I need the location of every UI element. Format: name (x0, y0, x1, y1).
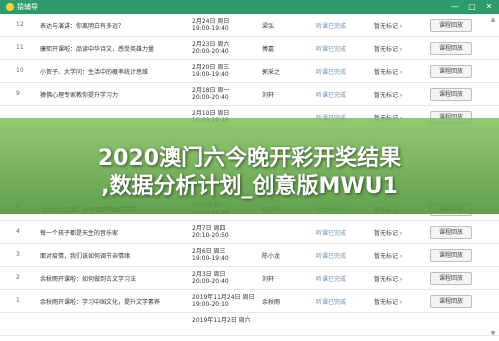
title-bar: 猿辅导 — □ ✕ (0, 0, 499, 14)
course-hours: 20:00-20:40 (192, 278, 229, 285)
course-time: 2月18日 周一 20:00-20:40 (192, 87, 229, 101)
mark-link[interactable]: 暂无标记 › (374, 274, 402, 283)
attendance-status: 听课已完成 (316, 299, 347, 306)
row-index: 4 (16, 228, 20, 235)
teacher-name: 傅嘉 (262, 46, 275, 53)
mark-link[interactable]: 暂无标记 › (374, 228, 402, 237)
mark-link[interactable]: 暂无标记 › (374, 44, 402, 53)
course-time: 2月7日 周四 20:10-20:50 (192, 225, 229, 239)
teacher-name: 刘轩 (262, 92, 275, 99)
course-time: 2月3日 周日 20:00-20:40 (192, 271, 229, 285)
table-row: 4 每一个孩子都是天生的音乐家 2月7日 周四 20:10-20:50 听课已完成 暂无标… (0, 221, 499, 244)
overlay-banner: 2020澳门六今晚开彩开奖结果 ,数据分析计划_创意版MWU1 (0, 118, 499, 214)
course-time: 2月6日 周三 19:00-19:40 (192, 248, 229, 262)
attendance-status: 听课已完成 (316, 276, 347, 283)
attendance-status: 听课已完成 (316, 23, 347, 30)
course-time: 2月20日 周三 19:00-19:40 (192, 64, 229, 78)
mark-link[interactable]: 暂无标记 › (374, 297, 402, 306)
restore-button[interactable]: □ (464, 0, 480, 14)
course-date: 2月18日 周一 (192, 87, 230, 94)
attendance-status: 听课已完成 (316, 46, 347, 53)
table-row: 3 面对疫情，我们该如何调节亲情绪 2月6日 周三 19:00-19:40 陈小龙 听课已… (0, 244, 499, 267)
course-hours: 20:00-20:40 (192, 94, 229, 101)
row-index: 3 (16, 251, 20, 258)
close-button[interactable]: ✕ (481, 0, 497, 14)
course-time: 2月24日 周日 19:00-19:40 (192, 18, 229, 32)
table-row: 12 表达与演讲：你离明白有多远？ 2月24日 周日 19:00-19:40 梁弘 听课已… (0, 14, 499, 37)
row-index: 2 (16, 274, 20, 281)
course-hours: 19:00-19:40 (192, 255, 229, 262)
course-time: 2月23日 周六 20:00-20:40 (192, 41, 229, 55)
row-index: 9 (16, 90, 20, 97)
course-hours: 19:00-19:40 (192, 71, 229, 78)
teacher-name: 郭采之 (262, 69, 281, 76)
table-row: 2019年11月2日 周六 (0, 313, 499, 336)
replay-button[interactable]: 课程回放 (430, 42, 472, 55)
minimize-button[interactable]: — (447, 0, 463, 14)
mark-link[interactable]: 暂无标记 › (374, 251, 402, 260)
scroll-up-icon[interactable]: ▲ (489, 16, 497, 24)
mark-link[interactable]: 暂无标记 › (374, 67, 402, 76)
row-index: 1 (16, 297, 20, 304)
course-date: 2月3日 周日 (192, 271, 226, 278)
attendance-status: 听课已完成 (316, 69, 347, 76)
course-title: 余秋雨开课啦：如何做到古文学习法 (40, 276, 137, 283)
attendance-status: 听课已完成 (316, 230, 347, 237)
course-date: 2月23日 周六 (192, 41, 230, 48)
course-title: 表达与演讲：你离明白有多远？ (40, 23, 125, 30)
replay-button[interactable]: 课程回放 (430, 295, 472, 308)
attendance-status: 听课已完成 (316, 92, 347, 99)
replay-button[interactable]: 课程回放 (430, 65, 472, 78)
table-row: 2 余秋雨开课啦：如何做到古文学习法 2月3日 周日 20:00-20:40 刘轩 听课已… (0, 267, 499, 290)
course-hours: 19:00-19:40 (192, 25, 229, 32)
course-hours: 19:00-20:10 (192, 301, 229, 308)
teacher-name: 余秋雨 (262, 299, 281, 306)
teacher-name: 陈小龙 (262, 253, 281, 260)
course-date: 2月24日 周日 (192, 18, 230, 25)
course-date: 2019年11月2日 周六 (192, 317, 251, 324)
replay-button[interactable]: 课程回放 (430, 272, 472, 285)
course-hours: 20:00-20:40 (192, 48, 229, 55)
course-date: 2月10日 周日 (192, 110, 230, 117)
teacher-name: 刘轩 (262, 276, 275, 283)
replay-button[interactable]: 课程回放 (430, 249, 472, 262)
banner-line-2: ,数据分析计划_创意版MWU1 (101, 174, 398, 199)
mark-link[interactable]: 暂无标记 › (374, 90, 402, 99)
course-title: 小贺子、大学问：生活中的概率统计思维 (40, 69, 149, 76)
course-date: 2月6日 周三 (192, 248, 226, 255)
window-title: 猿辅导 (17, 3, 38, 11)
table-row: 10 小贺子、大学问：生活中的概率统计思维 2月20日 周三 19:00-19:40 郭… (0, 60, 499, 83)
replay-button[interactable]: 课程回放 (430, 19, 472, 32)
course-title: 每一个孩子都是天生的音乐家 (40, 230, 119, 237)
teacher-name: 梁弘 (262, 23, 275, 30)
course-date: 2019年11月24日 周日 (192, 294, 255, 301)
replay-button[interactable]: 课程回放 (430, 88, 472, 101)
course-hours: 20:10-20:50 (192, 232, 229, 239)
course-date: 2月20日 周三 (192, 64, 230, 71)
course-title: 猿佛心理专家教你提升学习力 (40, 92, 119, 99)
row-index: 11 (16, 44, 24, 51)
mark-link[interactable]: 暂无标记 › (374, 21, 402, 30)
course-title: 面对疫情，我们该如何调节亲情绪 (40, 253, 131, 260)
row-index: 12 (16, 21, 24, 28)
course-title: 康熙开课啦：品读中华诗文，感受英雄力量 (40, 46, 155, 53)
course-time: 2019年11月2日 周六 (192, 317, 251, 324)
table-row: 9 猿佛心理专家教你提升学习力 2月18日 周一 20:00-20:40 刘轩 听课已完成… (0, 83, 499, 106)
scroll-down-icon[interactable]: ▼ (489, 330, 497, 338)
course-date: 2月7日 周四 (192, 225, 226, 232)
attendance-status: 听课已完成 (316, 253, 347, 260)
table-row: 1 余秋雨开课啦：学习中国文化，提升文学素养 2019年11月24日 周日 19:00… (0, 290, 499, 313)
course-time: 2019年11月24日 周日 19:00-20:10 (192, 294, 254, 308)
replay-button[interactable]: 课程回放 (430, 226, 472, 239)
row-index: 10 (16, 67, 24, 74)
app-logo-icon (6, 3, 14, 11)
course-title: 余秋雨开课啦：学习中国文化，提升文学素养 (40, 299, 161, 306)
table-row: 11 康熙开课啦：品读中华诗文，感受英雄力量 2月23日 周六 20:00-20:40… (0, 37, 499, 60)
